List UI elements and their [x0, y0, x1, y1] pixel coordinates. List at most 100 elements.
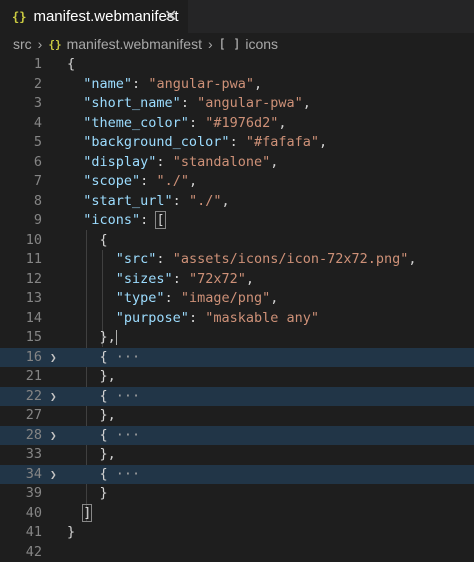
chevron-right-icon[interactable]: ❯: [50, 465, 57, 485]
punctuation: :: [132, 76, 148, 92]
code-line[interactable]: 33 },: [0, 445, 474, 465]
json-key: "display": [83, 154, 156, 170]
line-number: 42: [0, 543, 42, 562]
chevron-right-icon: ›: [38, 36, 43, 52]
fold-ellipsis[interactable]: ···: [116, 388, 140, 404]
punctuation: ,: [303, 95, 311, 111]
line-number: 13: [0, 289, 42, 309]
json-string: "angular-pwa": [148, 76, 254, 92]
punctuation: {: [67, 232, 108, 248]
folded-code-line[interactable]: 16 ❯ { ···: [0, 348, 474, 368]
folded-code-line[interactable]: 28❯ { ···: [0, 426, 474, 446]
punctuation: ,: [221, 193, 229, 209]
line-number: 10: [0, 231, 42, 251]
code-line[interactable]: 15 },: [0, 328, 474, 348]
code-editor[interactable]: 1{2 "name": "angular-pwa",3 "short_name"…: [0, 55, 474, 542]
chevron-right-icon[interactable]: ❯: [50, 426, 57, 446]
folded-code-line[interactable]: 34❯ { ···: [0, 465, 474, 485]
line-number: 39: [0, 484, 42, 504]
tab-bar: {} manifest.webmanifest ✕: [0, 0, 474, 33]
punctuation: ,: [254, 76, 262, 92]
punctuation: [67, 173, 83, 189]
code-text: },: [67, 445, 116, 465]
line-number: 33: [0, 445, 42, 465]
punctuation: {: [67, 349, 116, 365]
code-line[interactable]: 4 "theme_color": "#1976d2",: [0, 114, 474, 134]
breadcrumb-file[interactable]: manifest.webmanifest: [67, 36, 202, 52]
punctuation: {: [67, 56, 75, 72]
json-string: "standalone": [173, 154, 271, 170]
line-number: 5: [0, 133, 42, 153]
code-line[interactable]: 8 "start_url": "./",: [0, 192, 474, 212]
json-file-icon: {}: [48, 38, 61, 51]
json-string: "image/png": [181, 290, 270, 306]
fold-ellipsis[interactable]: ···: [116, 427, 140, 443]
punctuation: [67, 310, 116, 326]
code-text: { ···: [67, 387, 140, 407]
line-number: 27: [0, 406, 42, 426]
fold-ellipsis[interactable]: ···: [116, 466, 140, 482]
code-line[interactable]: 1{: [0, 55, 474, 75]
code-text: },: [67, 328, 117, 348]
code-line[interactable]: 27 },: [0, 406, 474, 426]
punctuation: ,: [270, 154, 278, 170]
code-line[interactable]: 7 "scope": "./",: [0, 172, 474, 192]
tab-manifest[interactable]: {} manifest.webmanifest ✕: [0, 0, 188, 33]
punctuation: ,: [408, 251, 416, 267]
chevron-right-icon[interactable]: ❯: [50, 348, 57, 368]
code-text: }: [67, 523, 75, 543]
punctuation: ,: [189, 173, 197, 189]
line-number: 16: [0, 348, 42, 368]
punctuation: [67, 271, 116, 287]
punctuation: },: [67, 407, 116, 423]
breadcrumb-symbol[interactable]: icons: [245, 36, 278, 52]
code-line[interactable]: 12 "sizes": "72x72",: [0, 270, 474, 290]
punctuation: :: [165, 290, 181, 306]
array-symbol-icon: [ ]: [219, 37, 241, 51]
punctuation: ,: [319, 134, 327, 150]
chevron-right-icon[interactable]: ❯: [50, 387, 57, 407]
line-number: 2: [0, 75, 42, 95]
code-line[interactable]: 11 "src": "assets/icons/icon-72x72.png",: [0, 250, 474, 270]
line-number: 15: [0, 328, 42, 348]
code-line[interactable]: 42: [0, 543, 474, 562]
code-line[interactable]: 14 "purpose": "maskable any": [0, 309, 474, 329]
code-line[interactable]: 21 },: [0, 367, 474, 387]
punctuation: },: [67, 329, 116, 345]
json-file-icon: {}: [12, 10, 26, 24]
code-line[interactable]: 6 "display": "standalone",: [0, 153, 474, 173]
punctuation: :: [140, 173, 156, 189]
code-text: "short_name": "angular-pwa",: [67, 94, 311, 114]
folded-code-line[interactable]: 22❯ { ···: [0, 387, 474, 407]
line-number: 4: [0, 114, 42, 134]
breadcrumb-folder[interactable]: src: [13, 36, 32, 52]
code-line[interactable]: 39 }: [0, 484, 474, 504]
punctuation: },: [67, 368, 116, 384]
code-line[interactable]: 9 "icons": [: [0, 211, 474, 231]
fold-ellipsis[interactable]: ···: [116, 349, 140, 365]
code-line[interactable]: 2 "name": "angular-pwa",: [0, 75, 474, 95]
code-text: ]: [67, 504, 91, 524]
line-number: 6: [0, 153, 42, 173]
line-number: 41: [0, 523, 42, 543]
json-key: "type": [116, 290, 165, 306]
code-line[interactable]: 10 {: [0, 231, 474, 251]
punctuation: }: [67, 485, 108, 501]
punctuation: ,: [278, 115, 286, 131]
json-key: "purpose": [116, 310, 189, 326]
punctuation: [67, 76, 83, 92]
close-icon[interactable]: ✕: [164, 6, 177, 26]
code-text: { ···: [67, 465, 140, 485]
code-text: {: [67, 231, 108, 251]
json-key: "scope": [83, 173, 140, 189]
code-line[interactable]: 40 ]: [0, 504, 474, 524]
code-line[interactable]: 5 "background_color": "#fafafa",: [0, 133, 474, 153]
line-number: 14: [0, 309, 42, 329]
breadcrumb: src › {} manifest.webmanifest › [ ] icon…: [0, 33, 474, 55]
punctuation: :: [156, 251, 172, 267]
tab-title: manifest.webmanifest: [33, 8, 178, 25]
line-number: 9: [0, 211, 42, 231]
code-line[interactable]: 41}: [0, 523, 474, 543]
code-line[interactable]: 13 "type": "image/png",: [0, 289, 474, 309]
code-line[interactable]: 3 "short_name": "angular-pwa",: [0, 94, 474, 114]
